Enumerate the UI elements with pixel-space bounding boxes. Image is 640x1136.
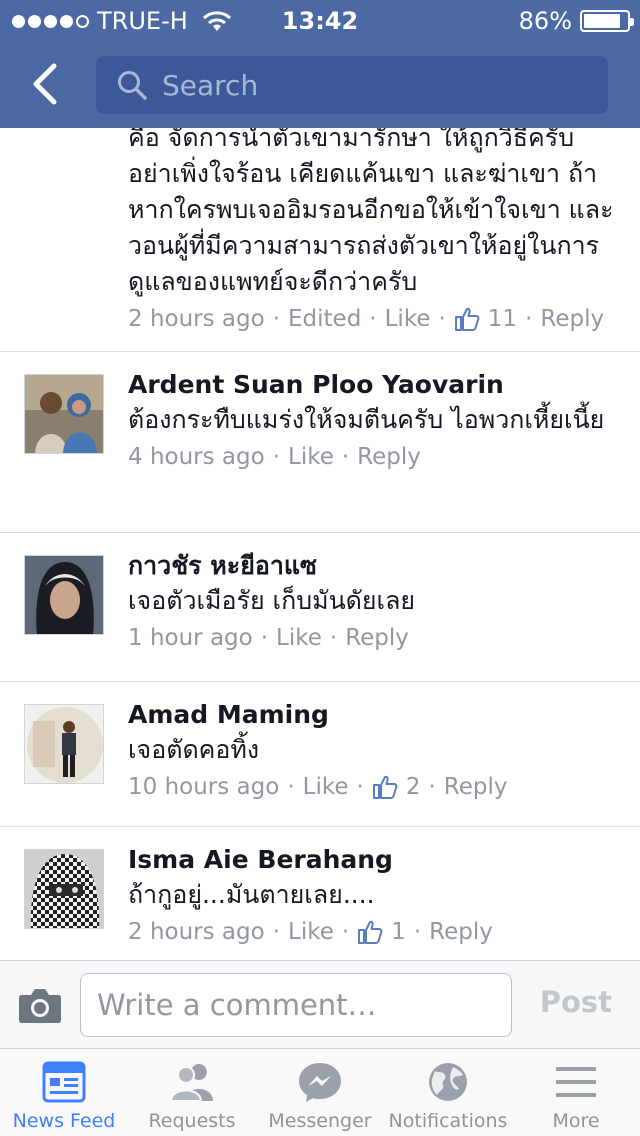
battery-icon — [580, 10, 634, 32]
comment-time: 2 hours ago — [128, 306, 265, 332]
comment-input[interactable] — [80, 973, 512, 1037]
comment-item: Isma Aie Berahang ถ้ากูอยู่...มันตายเลย.… — [0, 827, 640, 960]
like-link[interactable]: Like — [288, 440, 334, 474]
post-button[interactable]: Post — [540, 985, 612, 1019]
comment-item: คือ จัดการนำตัวเขามารักษา ให้ถูกวิธีครับ… — [0, 128, 640, 352]
tab-bar: News Feed Requests Messenger Notificatio… — [0, 1048, 640, 1136]
like-link[interactable]: Like — [303, 770, 349, 804]
search-bar[interactable] — [96, 56, 608, 114]
commenter-name[interactable]: Amad Maming — [128, 698, 620, 732]
like-count: 1 — [391, 919, 406, 945]
search-input[interactable] — [162, 68, 582, 102]
top-bar: TRUE-H 13:42 86% — [0, 0, 640, 128]
like-link[interactable]: Like — [385, 302, 431, 336]
menu-icon — [556, 1067, 596, 1097]
comment-item: Amad Maming เจอตัดคอทิ้ง 10 hours ago · … — [0, 682, 640, 827]
avatar[interactable] — [24, 374, 104, 454]
avatar[interactable] — [24, 849, 104, 929]
like-count: 11 — [487, 306, 518, 332]
avatar[interactable] — [24, 555, 104, 635]
camera-icon[interactable] — [18, 985, 62, 1025]
tab-label: Notifications — [388, 1110, 508, 1132]
messenger-icon — [299, 1063, 341, 1102]
tab-label: News Feed — [12, 1110, 116, 1132]
thumbs-up-icon — [372, 775, 398, 799]
like-count: 2 — [405, 774, 421, 800]
thumbs-up-icon — [454, 307, 480, 331]
comment-time: 4 hours ago — [128, 444, 265, 470]
like-link[interactable]: Like — [276, 621, 322, 655]
comment-meta: 1 hour ago · Like · Reply — [128, 621, 620, 655]
back-arrow-icon[interactable] — [26, 60, 66, 108]
globe-icon — [429, 1063, 467, 1101]
news-feed-icon — [42, 1061, 86, 1103]
commenter-name[interactable]: Ardent Suan Ploo Yaovarin — [128, 368, 620, 402]
tab-label: More — [552, 1110, 600, 1132]
comment-text: คือ จัดการนำตัวเขามารักษา ให้ถูกวิธีครับ… — [128, 128, 614, 296]
like-link[interactable]: Like — [288, 915, 334, 949]
comment-meta: 2 hours ago · Like · 1 · Reply — [128, 915, 620, 949]
comment-text: ถ้ากูอยู่...มันตายเลย.... — [128, 880, 375, 909]
comment-list: คือ จัดการนำตัวเขามารักษา ให้ถูกวิธีครับ… — [0, 128, 640, 960]
comment-meta: 4 hours ago · Like · Reply — [128, 440, 620, 474]
search-icon — [118, 71, 147, 100]
comment-item: Ardent Suan Ploo Yaovarin ต้องกระทืบแมร่… — [0, 352, 640, 533]
comment-time: 10 hours ago — [128, 774, 280, 800]
comment-time: 2 hours ago — [128, 919, 265, 945]
reply-link[interactable]: Reply — [357, 440, 421, 474]
thumbs-up-icon — [358, 920, 383, 944]
commenter-name[interactable]: กาวชัร หะยีอาแซ — [128, 549, 620, 583]
edited-label[interactable]: Edited — [288, 302, 361, 336]
reply-link[interactable]: Reply — [444, 770, 508, 804]
tab-news-feed[interactable]: News Feed — [0, 1049, 128, 1136]
comment-meta: 2 hours ago · Edited · Like · 11 · Reply — [128, 302, 620, 336]
comment-text: เจอตัวเมือรัย เก็บมันดัยเลย — [128, 586, 416, 615]
tab-more[interactable]: More — [512, 1049, 640, 1136]
avatar[interactable] — [24, 704, 104, 784]
tab-label: Requests — [148, 1110, 236, 1132]
comment-time: 1 hour ago — [128, 625, 253, 651]
commenter-name[interactable]: Isma Aie Berahang — [128, 843, 620, 877]
reply-link[interactable]: Reply — [345, 621, 409, 655]
comment-item: กาวชัร หะยีอาแซ เจอตัวเมือรัย เก็บมันดัย… — [0, 533, 640, 682]
tab-label: Messenger — [268, 1110, 372, 1132]
reply-link[interactable]: Reply — [429, 915, 493, 949]
comment-composer: Post — [0, 960, 640, 1048]
friend-requests-icon — [169, 1064, 213, 1102]
comment-meta: 10 hours ago · Like · 2 · Reply — [128, 770, 620, 804]
tab-messenger[interactable]: Messenger — [256, 1049, 384, 1136]
tab-notifications[interactable]: Notifications — [384, 1049, 512, 1136]
comment-text: ต้องกระทืบแมร่งให้จมตีนครับ ไอพวกเหี้ยเน… — [128, 405, 605, 434]
comment-text: เจอตัดคอทิ้ง — [128, 735, 260, 764]
battery-percent: 86% — [518, 7, 572, 35]
reply-link[interactable]: Reply — [540, 302, 604, 336]
status-bar: TRUE-H 13:42 86% — [0, 0, 640, 40]
tab-requests[interactable]: Requests — [128, 1049, 256, 1136]
battery-group: 86% — [518, 7, 634, 35]
